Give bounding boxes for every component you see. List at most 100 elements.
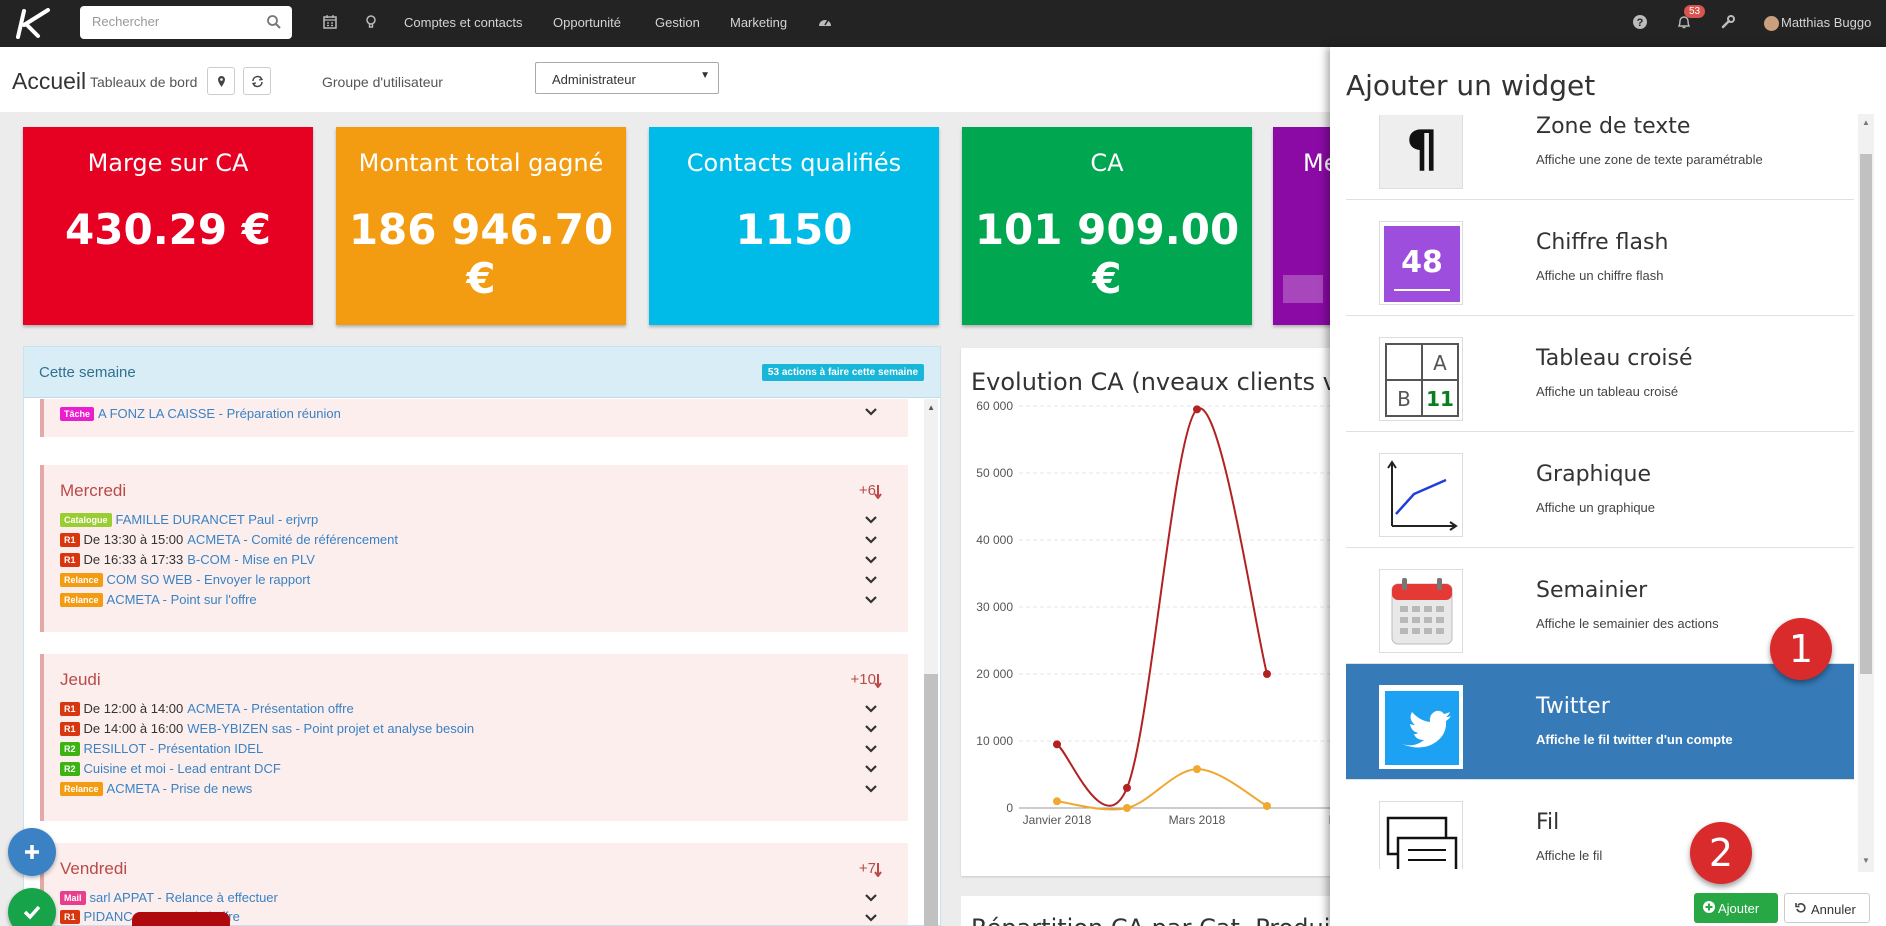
lightbulb-icon[interactable] bbox=[363, 14, 379, 30]
list-item[interactable]: Tâche A FONZ LA CAISSE - Préparation réun… bbox=[60, 406, 341, 424]
widget-item-fil[interactable]: Fil Affiche le fil bbox=[1346, 780, 1854, 869]
action-link[interactable]: FAMILLE DURANCET Paul - erjvrp bbox=[116, 512, 319, 527]
chevron-down-icon[interactable] bbox=[864, 533, 878, 547]
kpi-value: 101 909.00 € bbox=[974, 205, 1240, 303]
action-link[interactable]: COM SO WEB - Envoyer le rapport bbox=[107, 572, 311, 587]
data-point bbox=[1053, 740, 1061, 749]
kpi-tile-montant[interactable]: Montant total gagné 186 946.70 € bbox=[336, 127, 626, 325]
chevron-down-icon[interactable] bbox=[864, 722, 878, 736]
pin-button[interactable] bbox=[207, 67, 235, 95]
list-item[interactable]: Relance COM SO WEB - Envoyer le rapport bbox=[60, 572, 310, 590]
search-icon[interactable] bbox=[266, 14, 282, 30]
refresh-icon bbox=[251, 75, 264, 88]
action-link[interactable]: ACMETA - Prise de news bbox=[107, 781, 253, 796]
chevron-down-icon[interactable] bbox=[864, 742, 878, 756]
chevron-down-icon[interactable] bbox=[864, 573, 878, 587]
week-scrollbar-thumb[interactable] bbox=[924, 674, 938, 926]
add-button-label: Ajouter bbox=[1718, 901, 1760, 916]
chevron-down-icon[interactable] bbox=[864, 762, 878, 776]
action-link[interactable]: PIDANC bbox=[84, 909, 133, 924]
day-count[interactable]: +10 bbox=[851, 671, 876, 688]
plus-circle-icon bbox=[1703, 901, 1715, 913]
add-widget-button[interactable]: Ajouter bbox=[1694, 893, 1778, 923]
kpi-tile-ca[interactable]: CA 101 909.00 € bbox=[962, 127, 1252, 325]
scroll-down-icon[interactable]: ▼ bbox=[1862, 856, 1870, 865]
x-tick-label: Janvier 2018 bbox=[1023, 813, 1092, 827]
action-link[interactable]: RESILLOT - Présentation IDEL bbox=[84, 741, 264, 756]
widget-item-zone-texte[interactable]: ¶ Zone de texte Affiche une zone de text… bbox=[1346, 115, 1854, 200]
avatar[interactable] bbox=[1764, 16, 1779, 31]
dashboard-icon[interactable] bbox=[817, 14, 833, 30]
chevron-down-icon[interactable] bbox=[864, 513, 878, 527]
ca-evolution-chart: 0 10 000 20 000 30 000 40 000 50 000 60 000 Jan… bbox=[976, 399, 1361, 827]
nav-comptes-contacts[interactable]: Comptes et contacts bbox=[404, 15, 523, 30]
drawer-title: Ajouter un widget bbox=[1346, 69, 1596, 102]
action-link[interactable]: Cuisine et moi - Lead entrant DCF bbox=[84, 761, 281, 776]
arrow-down-icon bbox=[874, 863, 882, 877]
nav-gestion[interactable]: Gestion bbox=[655, 15, 700, 30]
chevron-down-icon[interactable] bbox=[864, 593, 878, 607]
chevron-down-icon[interactable] bbox=[864, 702, 878, 716]
widget-item-chiffre-flash[interactable]: 48 Chiffre flash Affiche un chiffre flas… bbox=[1346, 200, 1854, 316]
action-link[interactable]: B-COM - Mise en PLV bbox=[187, 552, 315, 567]
user-menu[interactable]: Matthias Buggo bbox=[1781, 15, 1871, 30]
action-link[interactable]: sarl APPAT - Relance à effectuer bbox=[90, 890, 278, 905]
list-item[interactable]: R1 De 16:33 à 17:33 B-COM - Mise en PLV bbox=[60, 552, 315, 570]
user-group-select[interactable]: Administrateur ▼ bbox=[535, 62, 719, 94]
chevron-down-icon[interactable] bbox=[864, 553, 878, 567]
action-time: De 16:33 à 17:33 bbox=[83, 552, 184, 567]
widget-desc: Affiche un graphique bbox=[1536, 500, 1656, 515]
repartition-title: Répartition CA par Cat. Produit bbox=[971, 914, 1340, 926]
refresh-button[interactable] bbox=[243, 67, 271, 95]
scroll-up-icon[interactable]: ▲ bbox=[927, 403, 935, 412]
add-fab-button[interactable] bbox=[8, 828, 56, 876]
search-box[interactable]: Rechercher bbox=[80, 6, 292, 39]
y-tick-label: 0 bbox=[1006, 801, 1013, 815]
kpi-tile-marge[interactable]: Marge sur CA 430.29 € bbox=[23, 127, 313, 325]
widget-item-graphique[interactable]: Graphique Affiche un graphique bbox=[1346, 432, 1854, 548]
list-item[interactable]: Catalogue FAMILLE DURANCET Paul - erjvrp bbox=[60, 512, 318, 530]
chevron-down-icon[interactable] bbox=[864, 911, 878, 925]
action-link[interactable]: ACMETA - Point sur l'offre bbox=[107, 592, 257, 607]
list-item[interactable]: R1 De 13:30 à 15:00 ACMETA - Comité de réf… bbox=[60, 532, 398, 550]
nav-marketing[interactable]: Marketing bbox=[730, 15, 787, 30]
calendar-icon[interactable] bbox=[322, 14, 338, 30]
widget-item-twitter[interactable]: Twitter Affiche le fil twitter d'un comp… bbox=[1346, 664, 1854, 780]
y-tick-label: 10 000 bbox=[976, 734, 1013, 748]
list-item[interactable]: R2 Cuisine et moi - Lead entrant DCF bbox=[60, 761, 281, 779]
list-item[interactable]: R1 De 14:00 à 16:00 WEB-YBIZEN sas - Point… bbox=[60, 721, 474, 739]
callout-step-2: 2 bbox=[1690, 822, 1752, 884]
app-logo[interactable] bbox=[14, 7, 54, 39]
action-link[interactable]: A FONZ LA CAISSE - Préparation réunion bbox=[98, 406, 341, 421]
data-point bbox=[1123, 783, 1131, 792]
widget-name: Chiffre flash bbox=[1536, 230, 1669, 255]
wrench-icon[interactable] bbox=[1720, 14, 1736, 30]
action-link[interactable]: WEB-YBIZEN sas - Point projet et analyse… bbox=[187, 721, 474, 736]
map-marker-icon bbox=[218, 76, 225, 87]
widget-name: Zone de texte bbox=[1536, 115, 1691, 139]
chevron-down-icon[interactable] bbox=[864, 891, 878, 905]
week-panel: Cette semaine 53 actions à faire cette s… bbox=[23, 346, 941, 926]
chevron-down-icon[interactable] bbox=[864, 782, 878, 796]
list-item[interactable]: R2 RESILLOT - Présentation IDEL bbox=[60, 741, 263, 759]
nav-opportunite[interactable]: Opportunité bbox=[553, 15, 621, 30]
widget-item-tableau-croise[interactable]: A B 11 Tableau croisé Affiche un tableau… bbox=[1346, 316, 1854, 432]
cancel-button[interactable]: Annuler bbox=[1784, 893, 1870, 923]
widget-name: Graphique bbox=[1536, 462, 1652, 487]
list-item[interactable]: Mail sarl APPAT - Relance à effectuer bbox=[60, 890, 278, 908]
help-icon[interactable]: ? bbox=[1632, 14, 1648, 30]
scroll-up-icon[interactable]: ▲ bbox=[1862, 118, 1870, 127]
list-item[interactable]: R1 De 12:00 à 14:00 ACMETA - Présentation … bbox=[60, 701, 354, 719]
crosstab-cell-a: A bbox=[1433, 351, 1447, 375]
kpi-tile-contacts[interactable]: Contacts qualifiés 1150 bbox=[649, 127, 939, 325]
list-item[interactable]: Relance ACMETA - Point sur l'offre bbox=[60, 592, 257, 610]
list-item[interactable]: Relance ACMETA - Prise de news bbox=[60, 781, 252, 799]
crosstab-icon: A B 11 bbox=[1379, 337, 1463, 421]
undo-icon bbox=[1795, 903, 1806, 913]
drawer-scrollbar-thumb[interactable] bbox=[1860, 154, 1872, 674]
chevron-down-icon[interactable] bbox=[864, 405, 878, 419]
search-input[interactable]: Rechercher bbox=[92, 14, 159, 29]
action-link[interactable]: ACMETA - Présentation offre bbox=[187, 701, 353, 716]
action-link[interactable]: ACMETA - Comité de référencement bbox=[187, 532, 398, 547]
day-name: Vendredi bbox=[60, 859, 128, 878]
